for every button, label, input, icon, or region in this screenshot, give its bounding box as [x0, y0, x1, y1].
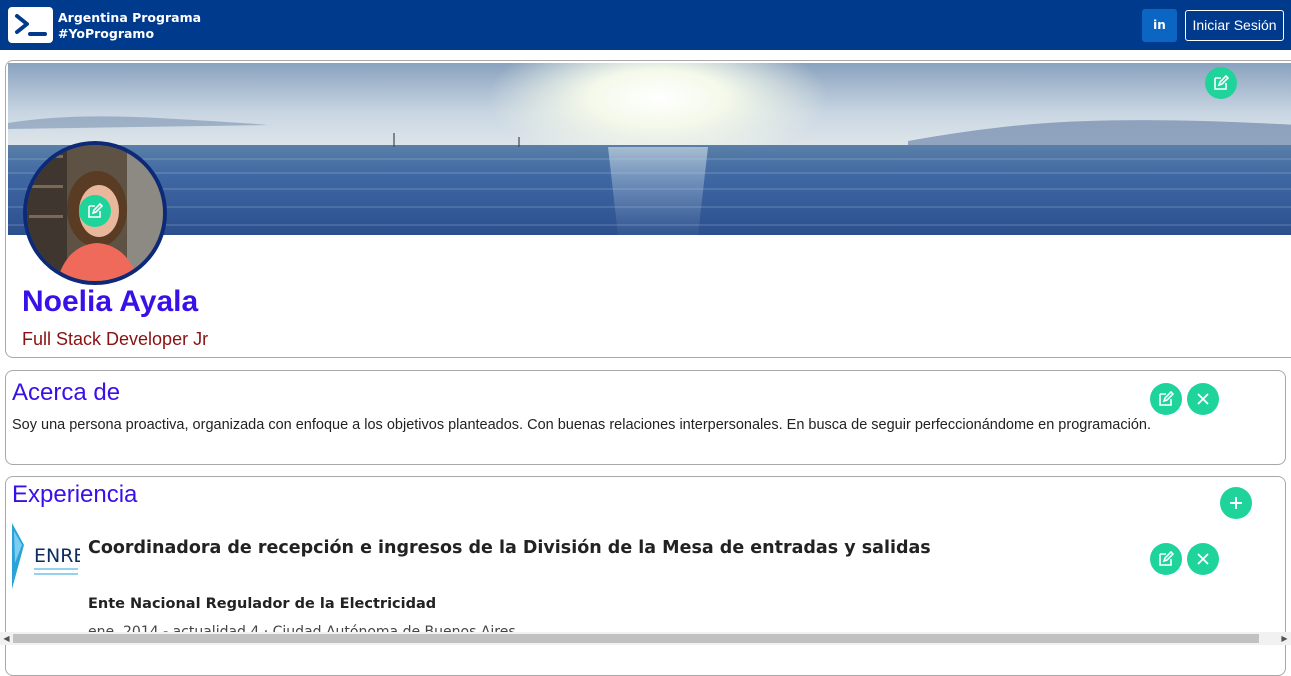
- edit-avatar-button[interactable]: [79, 195, 111, 227]
- company-logo: ENRE: [12, 523, 85, 591]
- experience-company: Ente Nacional Regulador de la Electricid…: [88, 596, 437, 612]
- experience-title-text: Coordinadora de recepción e ingresos de …: [88, 538, 931, 558]
- linkedin-button[interactable]: in: [1142, 9, 1177, 42]
- delete-experience-button[interactable]: [1187, 543, 1219, 575]
- scroll-right-icon[interactable]: ▶: [1278, 632, 1291, 645]
- brand-title: Argentina Programa: [58, 10, 202, 25]
- delete-about-button[interactable]: [1187, 383, 1219, 415]
- about-text: Soy una persona proactiva, organizada co…: [12, 417, 1151, 433]
- edit-banner-button[interactable]: [1205, 67, 1237, 99]
- edit-icon: [87, 203, 103, 219]
- edit-icon: [1158, 551, 1174, 567]
- login-button[interactable]: Iniciar Sesión: [1185, 10, 1284, 41]
- terminal-prompt-icon[interactable]: [8, 7, 53, 43]
- scrollbar-thumb[interactable]: [13, 634, 1259, 643]
- about-card: Acerca de Soy una persona proactiva, org…: [5, 370, 1286, 465]
- edit-about-button[interactable]: [1150, 383, 1182, 415]
- close-icon: [1197, 553, 1209, 565]
- experience-title: Experiencia: [12, 481, 138, 508]
- horizontal-scrollbar[interactable]: ◀ ▶: [0, 632, 1291, 645]
- edit-experience-button[interactable]: [1150, 543, 1182, 575]
- about-title: Acerca de: [12, 379, 121, 406]
- logo-text: ENRE: [34, 545, 80, 567]
- brand-hashtag: #YoProgramo: [58, 26, 155, 41]
- close-icon: [1197, 393, 1209, 405]
- brand[interactable]: Argentina Programa #YoProgramo: [58, 10, 201, 42]
- scroll-left-icon[interactable]: ◀: [0, 632, 13, 645]
- edit-icon: [1158, 391, 1174, 407]
- profile-role: Full Stack Developer Jr: [22, 329, 209, 349]
- add-experience-button[interactable]: [1220, 487, 1252, 519]
- profile-card: Noelia Ayala Full Stack Developer Jr: [5, 60, 1291, 358]
- profile-name: Noelia Ayala: [22, 285, 199, 318]
- edit-icon: [1213, 75, 1229, 91]
- banner-image: [8, 63, 1291, 235]
- experience-card: Experiencia ENRE Coordinadora de recepci…: [5, 476, 1286, 676]
- top-navbar: Argentina Programa #YoProgramo in Inicia…: [0, 0, 1291, 50]
- plus-icon: [1229, 496, 1243, 510]
